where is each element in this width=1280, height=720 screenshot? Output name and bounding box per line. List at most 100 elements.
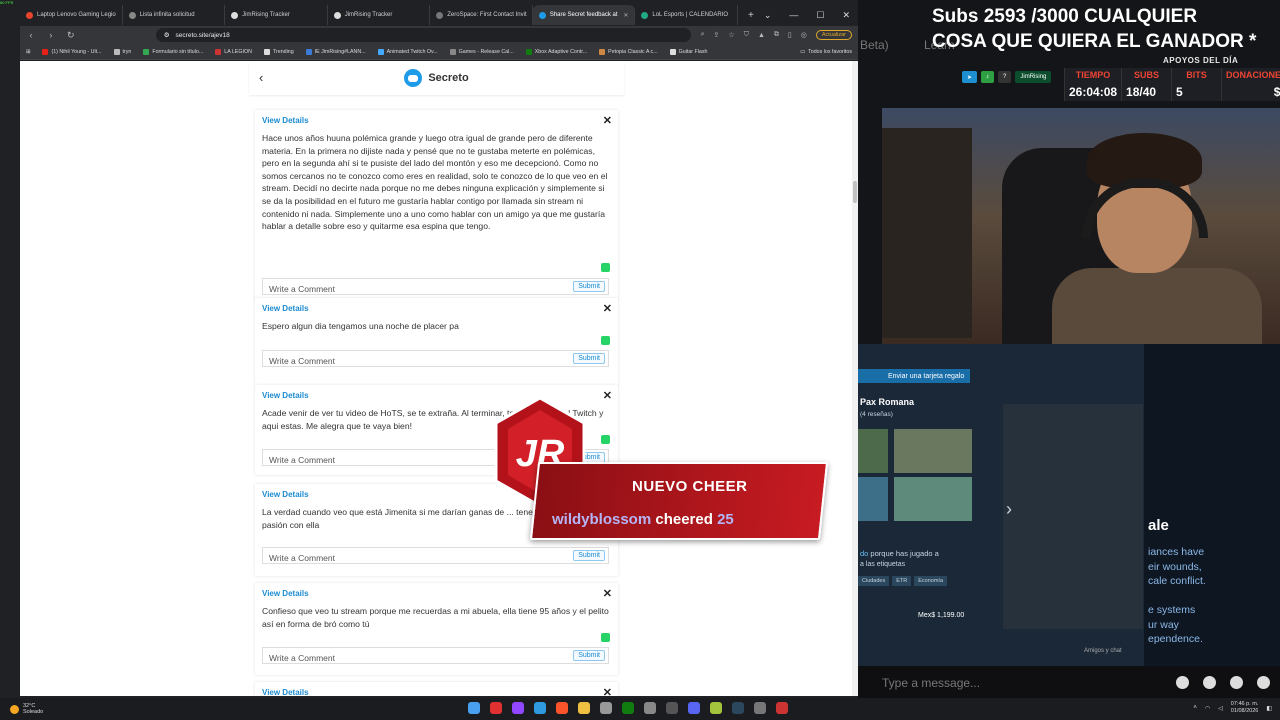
comment-input[interactable] <box>263 353 563 369</box>
view-details-link[interactable]: View Details <box>262 116 309 125</box>
share-icon[interactable]: ⇪ <box>714 31 720 39</box>
maximize-icon[interactable]: ☐ <box>816 10 824 21</box>
comment-input[interactable] <box>263 650 563 666</box>
minimize-icon[interactable]: — <box>789 10 798 21</box>
address-bar[interactable]: ⚙ secreto.site/ajev18 <box>155 28 691 42</box>
tag-chip[interactable]: Economía <box>914 576 948 586</box>
gift-card-button[interactable]: Enviar una tarjeta regalo <box>858 369 971 383</box>
bookmark-item[interactable]: Petopia Classic A c... <box>599 48 658 55</box>
close-icon[interactable]: ✕ <box>603 587 612 600</box>
brave-icon[interactable] <box>556 702 568 714</box>
friends-chat-link[interactable]: Amigos y chat <box>1084 648 1122 654</box>
app-icon[interactable] <box>754 702 766 714</box>
all-bookmarks-folder[interactable]: ▭ Todos los favoritos <box>800 49 852 55</box>
app-icon[interactable] <box>710 702 722 714</box>
extension-icon[interactable]: ⧉ <box>774 31 779 39</box>
weather-widget[interactable]: 32°C Soleado <box>0 703 43 715</box>
tag-chip[interactable]: Ciudades <box>858 576 890 586</box>
submit-button[interactable]: Submit <box>573 650 605 661</box>
tag-chip[interactable]: ETR <box>892 576 912 586</box>
app-icon[interactable] <box>490 702 502 714</box>
submit-button[interactable]: Submit <box>573 550 605 561</box>
edge-icon[interactable] <box>534 702 546 714</box>
new-tab-button[interactable]: + <box>738 10 764 21</box>
bookmark-item[interactable]: Guitar Flash <box>669 48 707 55</box>
game-thumbnail[interactable] <box>858 429 888 473</box>
bookmark-item[interactable]: (1) Nihil Young - Ult... <box>42 48 102 55</box>
tab-laptop[interactable]: Laptop Lenovo Gaming Legio <box>20 5 123 25</box>
game-thumbnail[interactable] <box>858 477 888 521</box>
game-thumbnail[interactable] <box>894 477 972 521</box>
chat-input[interactable]: Type a message... <box>882 676 980 690</box>
tab-lol[interactable]: LoL Esports | CALENDARIO <box>635 5 738 25</box>
game-thumbnail[interactable] <box>894 429 972 473</box>
tab-tracker-1[interactable]: JimRising Tracker <box>225 5 328 25</box>
apps-grid-icon[interactable]: ⊞ <box>26 49 30 55</box>
scroll-thumb[interactable] <box>853 181 857 203</box>
obs-icon[interactable] <box>776 702 788 714</box>
bookmark-item[interactable]: Formulario sin título... <box>143 48 203 55</box>
volume-icon[interactable]: ◁ <box>1218 705 1223 712</box>
forward-arrow-icon[interactable]: › <box>46 30 56 40</box>
steam-icon[interactable] <box>732 702 744 714</box>
app-icon[interactable] <box>600 702 612 714</box>
whatsapp-icon[interactable] <box>601 263 610 272</box>
close-icon[interactable]: ✕ <box>603 686 612 696</box>
submit-button[interactable]: Submit <box>573 353 605 364</box>
close-icon[interactable]: ✕ <box>603 302 612 315</box>
bookmark-star-icon[interactable]: ☆ <box>728 31 734 39</box>
close-icon[interactable]: ✕ <box>623 12 628 19</box>
view-details-link[interactable]: View Details <box>262 490 309 499</box>
update-button[interactable]: Actualizar <box>815 30 853 40</box>
bug-icon[interactable] <box>1230 676 1243 689</box>
discord-icon[interactable] <box>688 702 700 714</box>
whatsapp-icon[interactable] <box>601 336 610 345</box>
xbox-icon[interactable] <box>622 702 634 714</box>
close-icon[interactable]: ✕ <box>603 114 612 127</box>
chevron-right-icon[interactable]: › <box>1006 499 1012 520</box>
chevron-down-icon[interactable]: ⌄ <box>764 10 772 21</box>
settings-icon[interactable] <box>1176 676 1189 689</box>
bookmark-item[interactable]: Animated Twitch Ov... <box>377 48 438 55</box>
reload-icon[interactable]: ↻ <box>66 30 76 41</box>
comment-input[interactable] <box>263 550 563 566</box>
bookmark-item[interactable]: tryn <box>113 48 131 55</box>
folder-icon[interactable] <box>578 702 590 714</box>
power-icon[interactable] <box>1257 676 1270 689</box>
bookmark-item[interactable]: Xbox Adaptive Contr... <box>525 48 587 55</box>
comment-input[interactable] <box>263 281 563 297</box>
whatsapp-icon[interactable] <box>601 633 610 642</box>
close-window-icon[interactable]: ✕ <box>842 10 850 21</box>
app-icon[interactable] <box>644 702 656 714</box>
zoom-icon[interactable]: ⌕ <box>701 31 705 39</box>
view-details-link[interactable]: View Details <box>262 589 309 598</box>
rewards-icon[interactable]: ▲ <box>758 32 765 39</box>
bookmark-item[interactable]: Trending <box>263 48 294 55</box>
stat-label: BITS <box>1186 70 1207 80</box>
wallet-icon[interactable]: ◎ <box>801 31 807 39</box>
tab-tracker-2[interactable]: JimRising Tracker <box>328 5 431 25</box>
clock[interactable]: 07:46 p. m. 01/08/2026 <box>1231 701 1259 715</box>
chevron-up-icon[interactable]: ˄ <box>1193 705 1197 711</box>
submit-button[interactable]: Submit <box>573 281 605 292</box>
notification-icon[interactable]: ◧ <box>1266 705 1272 712</box>
back-arrow-icon[interactable]: ‹ <box>26 30 36 40</box>
media-icon[interactable] <box>666 702 678 714</box>
bookmark-item[interactable]: IE JimRising#LANN... <box>305 48 366 55</box>
tab-lista[interactable]: Lista infinita solicitud <box>123 5 226 25</box>
tab-zerospace[interactable]: ZeroSpace: First Contact Invit <box>430 5 533 25</box>
bookmark-item[interactable]: Games - Release Cal... <box>449 48 514 55</box>
chevron-left-icon[interactable]: ‹ <box>259 70 263 85</box>
network-icon[interactable]: ◠ <box>1205 705 1210 712</box>
discord-icon[interactable] <box>1203 676 1216 689</box>
start-icon[interactable] <box>468 702 480 714</box>
view-details-link[interactable]: View Details <box>262 304 309 313</box>
view-details-link[interactable]: View Details <box>262 391 309 400</box>
twitch-icon[interactable] <box>512 702 524 714</box>
site-info-icon[interactable]: ⚙ <box>164 31 170 39</box>
view-details-link[interactable]: View Details <box>262 688 309 696</box>
sidebar-icon[interactable]: ▯ <box>788 31 792 39</box>
bookmark-item[interactable]: LA LEGION <box>215 48 252 55</box>
tab-secreto[interactable]: Share Secret feedback at ✕ <box>532 5 636 25</box>
brave-shield-icon[interactable]: ⛉ <box>744 31 749 39</box>
